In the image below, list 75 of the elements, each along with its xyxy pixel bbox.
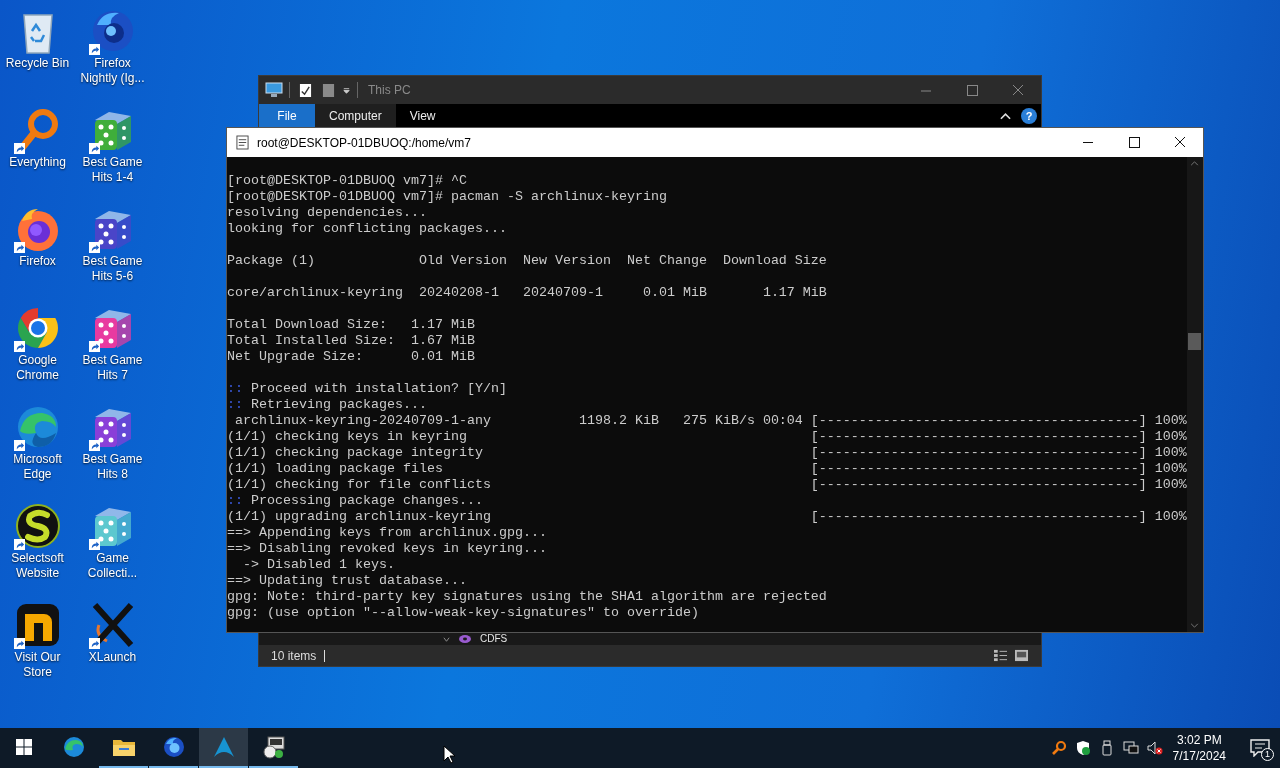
clock-time[interactable]: 3:02 PM <box>1176 732 1222 748</box>
triangle-logo-icon <box>211 735 236 759</box>
notification-badge: 1 <box>1261 748 1274 761</box>
shield-icon[interactable] <box>1074 740 1091 756</box>
volume-muted-icon[interactable] <box>1146 740 1163 756</box>
clock-date[interactable]: 7/17/2024 <box>1172 748 1226 764</box>
terminal-line: Total Installed Size: 1.67 MiB <box>227 333 476 349</box>
scroll-up-icon[interactable] <box>1190 161 1200 166</box>
terminal-line: (1/1) checking keys in keyring [----------------------------------------] 100% <box>227 429 1187 445</box>
network-icon[interactable] <box>1122 740 1139 756</box>
terminal-line: [root@DESKTOP-01DBUOQ vm7]# pacman -S archlinux-keyring <box>227 189 668 205</box>
terminal-line: resolving dependencies... <box>227 205 428 221</box>
scrollbar[interactable] <box>1186 157 1203 632</box>
terminal-line: :: Processing package changes... <box>227 493 484 509</box>
mouse-pointer-icon <box>443 745 455 764</box>
desktop-icon-label[interactable]: Best Game Hits 1-4 <box>75 155 150 185</box>
terminal-line: ==> Disabling revoked keys in keyring... <box>227 541 548 557</box>
terminal-line: ==> Appending keys from archlinux.gpg... <box>227 525 548 541</box>
terminal-line: [root@DESKTOP-01DBUOQ vm7]# ^C <box>227 173 468 189</box>
desktop-icon-label[interactable]: Google Chrome <box>0 353 75 383</box>
terminal-line: Net Upgrade Size: 0.01 MiB <box>227 349 476 365</box>
desktop-icon-label[interactable]: Visit Our Store <box>0 650 75 680</box>
terminal-line: :: Proceed with installation? [Y/n] <box>227 381 508 397</box>
scrollbar-thumb[interactable] <box>1188 333 1202 350</box>
scroll-down-icon[interactable] <box>1190 623 1200 628</box>
desktop-icon-label[interactable]: Game Collecti... <box>75 551 150 581</box>
terminal-line: gpg: (use option "--allow-weak-key-signatures" to override) <box>227 605 700 621</box>
terminal-line: Total Download Size: 1.17 MiB <box>227 317 476 333</box>
document-icon[interactable] <box>322 82 335 98</box>
terminal-line: -> Disabled 1 keys. <box>242 557 396 573</box>
desktop-icon-label[interactable]: Firefox Nightly (Ig... <box>75 56 150 86</box>
desktop-icon-label[interactable]: XLaunch <box>75 650 150 665</box>
window-title: root@DESKTOP-01DBUOQ:/home/vm7 <box>257 135 472 150</box>
tree-item[interactable]: CDFS <box>480 634 508 644</box>
windows-logo-icon <box>16 739 32 755</box>
desktop-icon-label[interactable]: Selectsoft Website <box>0 551 75 581</box>
globe-icon <box>161 735 186 759</box>
item-count: 10 items <box>271 648 317 663</box>
notification-icon[interactable] <box>1250 739 1270 757</box>
ribbon-tab[interactable]: View <box>395 104 450 128</box>
terminal-line: archlinux-keyring-20240709-1-any 1198.2 KiB 275 KiB/s 00:04 [----------------------------------------] 100% <box>234 413 1187 429</box>
desktop-icon-label[interactable]: Firefox <box>0 254 75 269</box>
terminal-icon[interactable] <box>236 135 249 150</box>
desktop-icon-label[interactable]: Microsoft Edge <box>0 452 75 482</box>
desktop-icon-label[interactable]: Recycle Bin <box>0 56 75 71</box>
disc-icon <box>458 634 472 644</box>
caret-icon[interactable] <box>342 85 351 95</box>
magnifier-icon[interactable] <box>1050 740 1067 756</box>
wave-circle-icon <box>61 735 86 759</box>
monitor-icon[interactable] <box>265 82 283 98</box>
terminal-line: (1/1) loading package files [----------------------------------------] 100% <box>227 461 1187 477</box>
ribbon-tab[interactable]: Computer <box>315 104 396 128</box>
desktop-icon-label[interactable]: Best Game Hits 8 <box>75 452 150 482</box>
terminal-line: (1/1) upgrading archlinux-keyring [----------------------------------------] 100% <box>227 509 1187 525</box>
app-window-icon <box>261 735 286 759</box>
checklist-icon[interactable] <box>299 82 312 98</box>
desktop-icon-label[interactable]: Best Game Hits 5-6 <box>75 254 150 284</box>
window-title: This PC <box>368 83 411 97</box>
file-menu-button[interactable]: File <box>259 104 315 128</box>
large-icons-view-icon[interactable] <box>1014 649 1029 662</box>
terminal-line: (1/1) checking package integrity [----------------------------------------] 100% <box>227 445 1187 461</box>
desktop-icon-label[interactable]: Everything <box>0 155 75 170</box>
terminal-line: :: Retrieving packages... <box>227 397 428 413</box>
terminal-line: looking for conflicting packages... <box>227 221 508 237</box>
chevron-icon[interactable] <box>443 635 450 643</box>
swirl-logo-icon[interactable] <box>13 502 62 550</box>
desktop-icon-label[interactable]: Best Game Hits 7 <box>75 353 150 383</box>
collapse-ribbon-icon[interactable] <box>1000 112 1011 120</box>
terminal-line: Package (1) Old Version New Version Net Change Download Size <box>227 253 828 269</box>
details-view-icon[interactable] <box>993 649 1008 662</box>
help-button[interactable]: ? <box>1021 108 1037 124</box>
terminal-line: gpg: Note: third-party key signatures using the SHA1 algorithm are rejected <box>227 589 828 605</box>
terminal-line: core/archlinux-keyring 20240208-1 20240709-1 0.01 MiB 1.17 MiB <box>227 285 828 301</box>
terminal-line: ==> Updating trust database... <box>227 573 468 589</box>
terminal-line: (1/1) checking for file conflicts [----------------------------------------] 100% <box>227 477 1187 493</box>
